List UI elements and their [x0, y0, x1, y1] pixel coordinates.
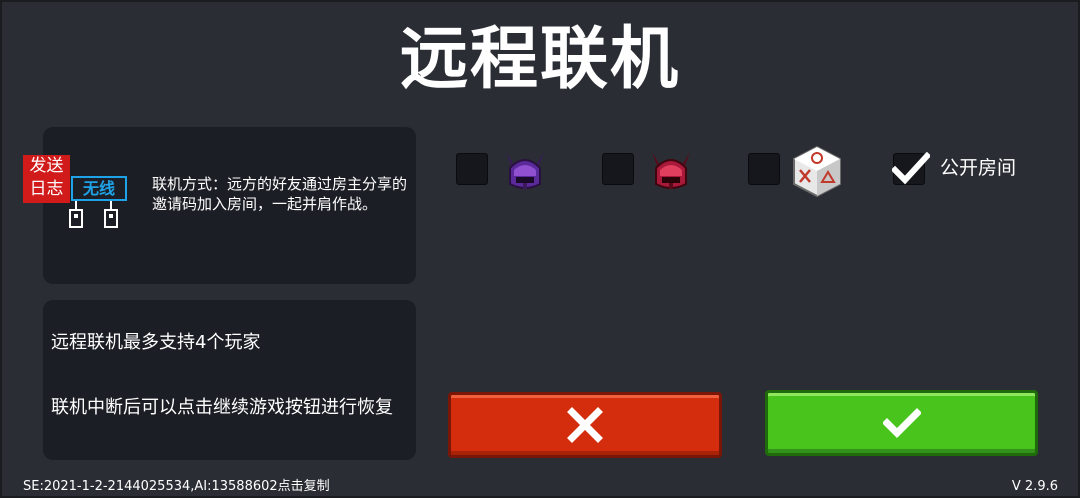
reconnect-info: 联机中断后可以点击继续游戏按钮进行恢复 [51, 397, 393, 418]
public-room-checkbox[interactable] [892, 152, 930, 185]
option-checkbox-red-helmet[interactable] [602, 153, 634, 185]
public-room-label: 公开房间 [940, 157, 1017, 179]
option-checkbox-purple-helmet[interactable] [456, 153, 488, 185]
device-links-icon [69, 201, 118, 228]
dice-icon [790, 144, 844, 198]
send-log-label-line2: 日志 [29, 179, 64, 199]
purple-horned-helmet-icon [502, 148, 548, 194]
confirm-button[interactable] [765, 390, 1038, 456]
option-checkbox-dice[interactable] [748, 153, 780, 185]
red-horned-helmet-icon [648, 148, 694, 194]
cancel-button[interactable] [448, 392, 722, 458]
seed-copy-link[interactable]: SE:2021-1-2-2144025534,AI:13588602点击复制 [23, 478, 330, 496]
close-icon [567, 407, 603, 443]
checkmark-icon [882, 408, 921, 438]
max-players-info: 远程联机最多支持4个玩家 [51, 332, 261, 353]
connection-mode-description: 联机方式：远方的好友通过房主分享的邀请码加入房间，一起并肩作战。 [152, 175, 408, 213]
send-log-button[interactable]: 发送 日志 [23, 155, 70, 203]
checkmark-icon [892, 152, 930, 185]
version-label: V 2.9.6 [1011, 479, 1058, 494]
info-panel [43, 300, 416, 460]
send-log-label-line1: 发送 [29, 156, 64, 176]
page-title: 远程联机 [399, 20, 680, 99]
wireless-mode-icon: 无线 [66, 172, 146, 234]
